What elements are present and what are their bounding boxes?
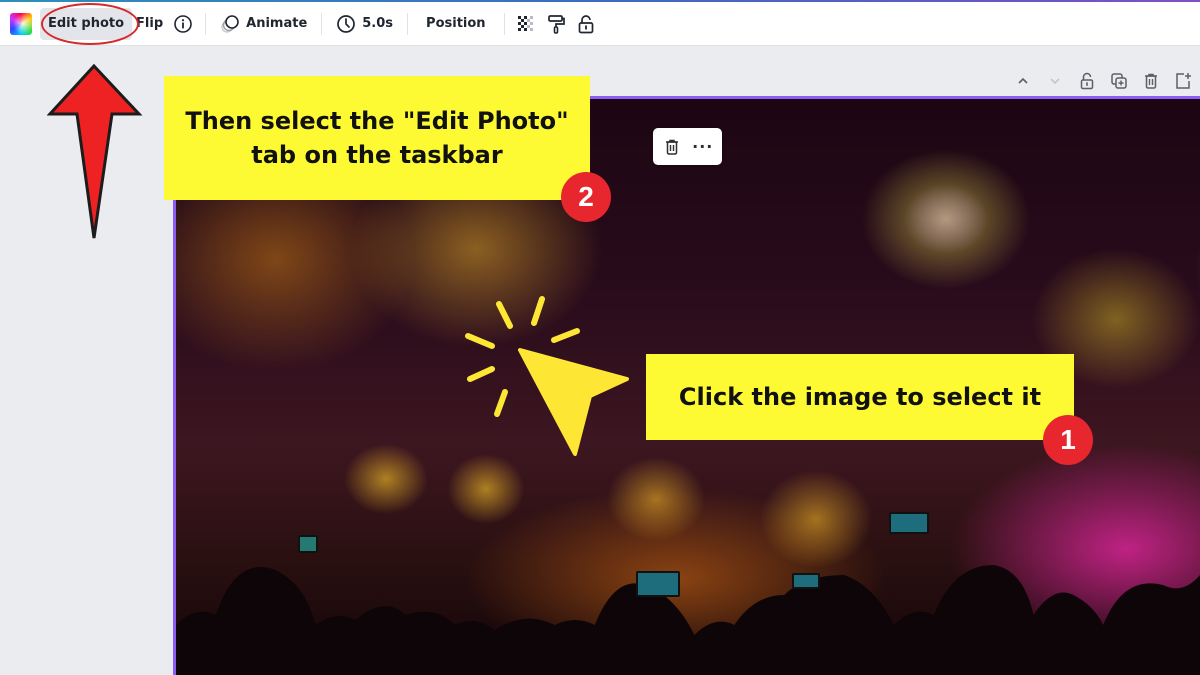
- copy-style-button[interactable]: [541, 8, 571, 40]
- click-cursor-icon: [465, 296, 629, 456]
- move-page-down-button[interactable]: [1046, 72, 1064, 90]
- duration-label: 5.0s: [362, 16, 394, 31]
- duplicate-icon: [1111, 73, 1127, 89]
- unlock-icon: [578, 14, 593, 33]
- step2-badge: 2: [561, 172, 611, 222]
- paint-roller-icon: [547, 14, 565, 34]
- duration-button[interactable]: 5.0s: [328, 8, 401, 40]
- toolbar-divider: [205, 12, 207, 35]
- toolbar-divider: [321, 12, 323, 35]
- position-label: Position: [426, 16, 486, 31]
- phone-screen: [889, 512, 929, 534]
- position-button[interactable]: Position: [414, 8, 498, 40]
- animate-button[interactable]: Animate: [212, 8, 315, 40]
- step1-badge: 1: [1043, 415, 1093, 465]
- flip-label: Flip: [136, 16, 164, 31]
- delete-element-button[interactable]: [660, 135, 684, 159]
- edit-photo-button[interactable]: Edit photo: [40, 7, 133, 40]
- toolbar-divider: [503, 12, 505, 35]
- unlock-icon: [1080, 72, 1094, 90]
- page-controls: [1014, 72, 1192, 90]
- info-icon: [174, 14, 192, 33]
- toolbar-divider: [407, 12, 409, 35]
- step1-badge-number: 1: [1060, 424, 1076, 455]
- phone-screen: [636, 571, 680, 597]
- chevron-down-icon: [1050, 78, 1060, 85]
- red-up-arrow-annotation: [47, 63, 143, 239]
- duplicate-page-button[interactable]: [1110, 72, 1128, 90]
- more-options-button[interactable]: ···: [691, 135, 715, 159]
- trash-icon: [1145, 73, 1157, 89]
- phone-screen: [792, 573, 820, 589]
- step1-callout-text: Click the image to select it: [678, 383, 1042, 411]
- animate-icon: [221, 14, 239, 33]
- lock-page-button[interactable]: [1078, 72, 1096, 90]
- transparency-button[interactable]: [511, 8, 541, 40]
- trash-icon: [666, 139, 679, 155]
- clock-icon: [337, 14, 356, 33]
- info-button[interactable]: [167, 8, 199, 40]
- lock-button[interactable]: [571, 8, 601, 40]
- chevron-up-icon: [1018, 77, 1028, 84]
- more-options-icon: ···: [692, 137, 714, 156]
- phone-screen: [298, 535, 318, 553]
- flip-button[interactable]: Flip: [132, 8, 167, 40]
- move-page-up-button[interactable]: [1014, 72, 1032, 90]
- color-palette-icon[interactable]: [10, 12, 32, 35]
- crowd-silhouette: [176, 565, 1200, 675]
- step1-callout: Click the image to select it: [646, 354, 1074, 440]
- step2-badge-number: 2: [578, 181, 594, 212]
- delete-page-button[interactable]: [1142, 72, 1160, 90]
- animate-label: Animate: [246, 16, 308, 31]
- editor-toolbar: Edit photo Flip Animate 5.0s Position: [0, 2, 1200, 46]
- step2-callout: Then select the "Edit Photo" tab on the …: [164, 76, 590, 200]
- add-page-button[interactable]: [1174, 72, 1192, 90]
- add-page-icon: [1176, 73, 1191, 89]
- step2-callout-text: Then select the "Edit Photo" tab on the …: [185, 106, 569, 169]
- edit-photo-label: Edit photo: [48, 16, 125, 31]
- checkerboard-transparency-icon: [517, 15, 533, 31]
- element-floating-menu: ···: [653, 128, 722, 165]
